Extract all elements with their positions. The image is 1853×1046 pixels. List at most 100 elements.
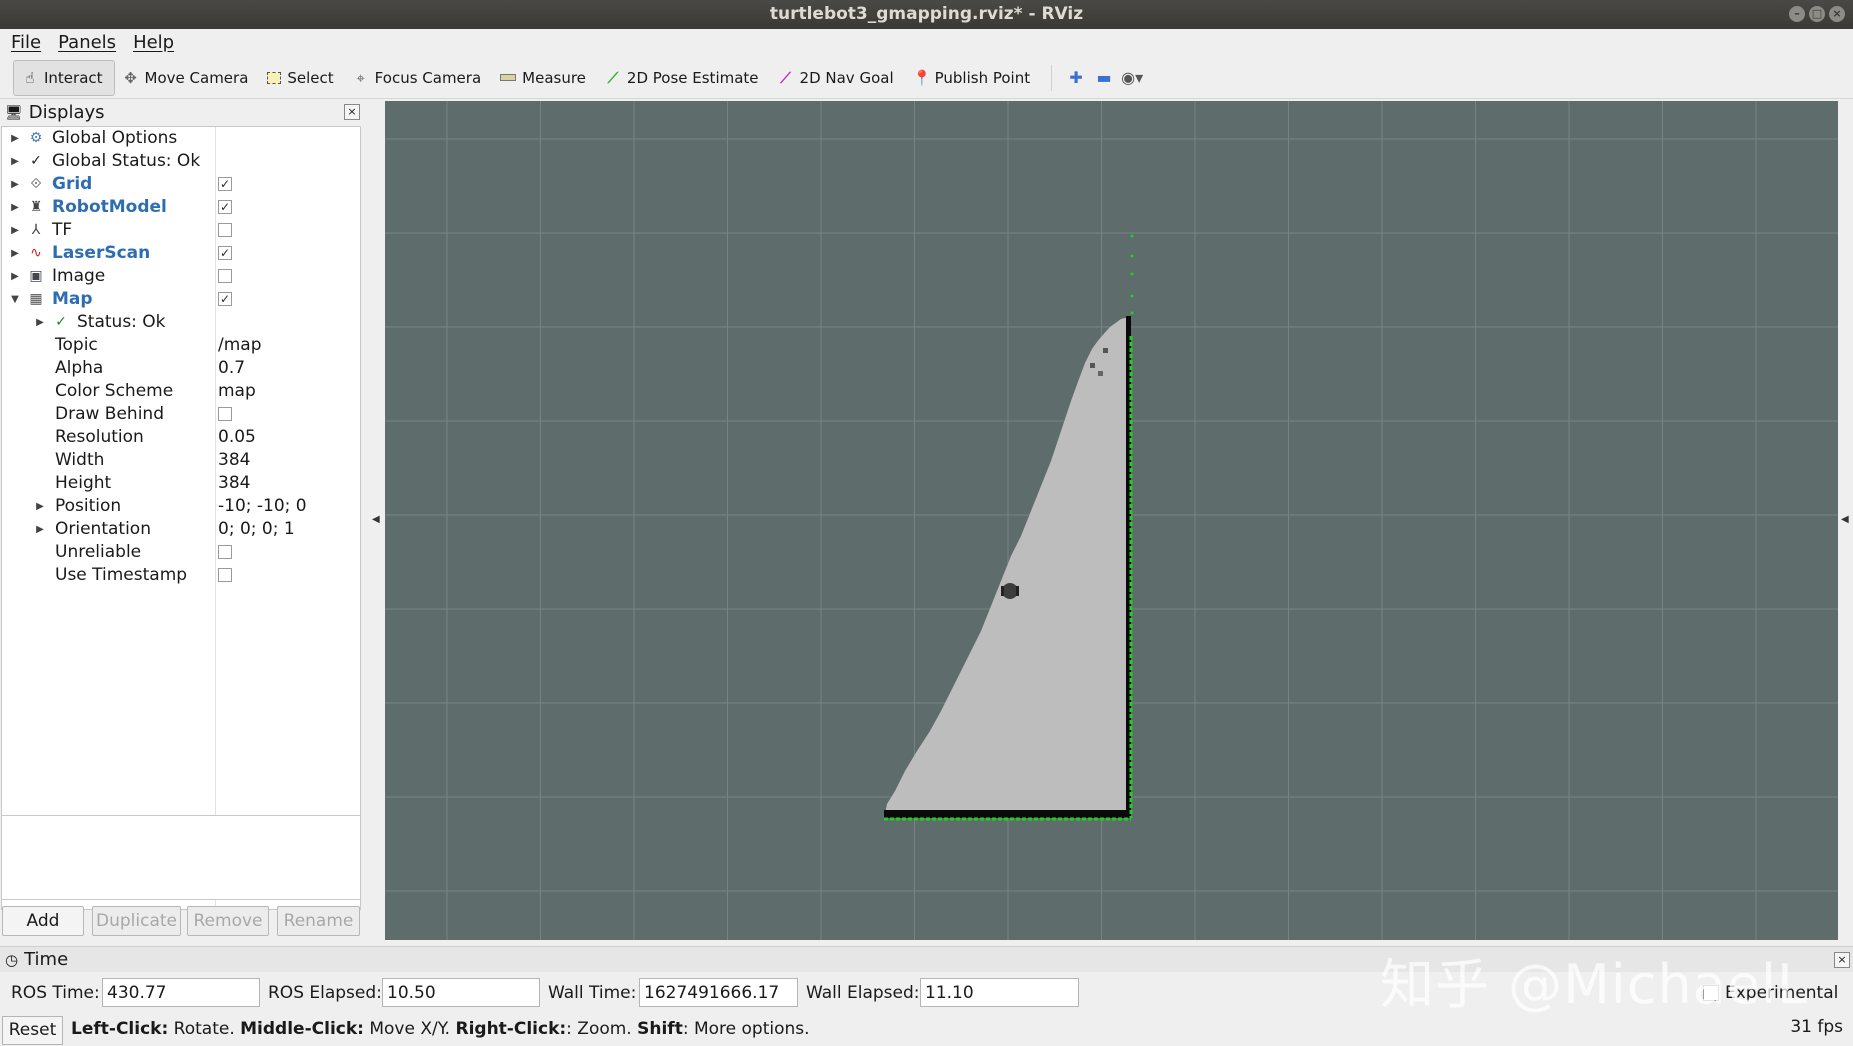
tool-2d-nav-goal[interactable]: ⟋ 2D Nav Goal	[770, 60, 905, 96]
tree-row-alpha[interactable]: Alpha 0.7	[2, 357, 360, 380]
laser-point	[1130, 234, 1134, 238]
menu-panels[interactable]: Panels	[47, 29, 122, 57]
wall-time-field[interactable]: 1627491666.17	[639, 978, 798, 1007]
tree-row-map-status[interactable]: ▶ ✓ Status: Ok	[2, 311, 360, 334]
tree-row-tf[interactable]: ▶ ⅄ TF	[2, 219, 360, 242]
tf-checkbox[interactable]	[218, 223, 232, 237]
tool-publish-point[interactable]: 📍 Publish Point	[905, 60, 1041, 96]
tool-focus-camera[interactable]: ⌖ Focus Camera	[345, 60, 492, 96]
expand-arrow-icon[interactable]: ▶	[35, 518, 45, 541]
expand-arrow-icon[interactable]: ▶	[10, 173, 20, 196]
tf-label: TF	[52, 220, 73, 240]
map-status-label: Status: Ok	[77, 312, 166, 332]
remove-display-button[interactable]: Remove	[187, 906, 269, 936]
laser-point	[1130, 254, 1134, 258]
tree-row-height[interactable]: Height 384	[2, 472, 360, 495]
tool-2d-pose-estimate[interactable]: ⟋ 2D Pose Estimate	[597, 60, 770, 96]
expand-arrow-icon[interactable]: ▶	[35, 495, 45, 518]
collapse-arrow-icon[interactable]: ▼	[10, 288, 20, 311]
duplicate-display-button[interactable]: Duplicate	[92, 906, 181, 936]
robot-model-icon: ♜	[29, 199, 43, 215]
expand-arrow-icon[interactable]: ▶	[35, 311, 45, 334]
ros-elapsed-field[interactable]: 10.50	[382, 978, 540, 1007]
unreliable-checkbox[interactable]	[218, 545, 232, 559]
position-value: -10; -10; 0	[218, 496, 307, 516]
tool-measure[interactable]: Measure	[492, 60, 597, 96]
hint-left-click: Left-Click:	[71, 1019, 169, 1039]
use-timestamp-checkbox[interactable]	[218, 568, 232, 582]
menu-help[interactable]: Help	[122, 29, 180, 57]
expand-arrow-icon[interactable]: ▶	[10, 196, 20, 219]
collapse-left-panel-icon[interactable]: ◀	[372, 514, 380, 525]
wall-elapsed-label: Wall Elapsed:	[806, 983, 920, 1003]
map-checkbox[interactable]: ✓	[218, 292, 232, 306]
expand-arrow-icon[interactable]: ▶	[10, 219, 20, 242]
hint-more: : More options.	[682, 1019, 810, 1039]
grid-checkbox[interactable]: ✓	[218, 177, 232, 191]
check-icon: ✓	[55, 314, 67, 330]
tree-row-robot-model[interactable]: ▶ ♜ RobotModel ✓	[2, 196, 360, 219]
tree-row-global-status[interactable]: ▶ ✓ Global Status: Ok	[2, 150, 360, 173]
measure-icon	[500, 74, 517, 81]
add-tool-icon[interactable]: ✚	[1062, 68, 1090, 87]
laser-scan-checkbox[interactable]: ✓	[218, 246, 232, 260]
interaction-hint: Left-Click: Rotate. Middle-Click: Move X…	[71, 1019, 810, 1039]
tree-row-topic[interactable]: Topic /map	[2, 334, 360, 357]
render-viewport[interactable]	[385, 101, 1838, 940]
tree-row-use-timestamp[interactable]: Use Timestamp	[2, 564, 360, 587]
displays-title: Displays	[28, 102, 105, 123]
tool-interact[interactable]: ☝ Interact	[13, 59, 115, 96]
expand-arrow-icon[interactable]: ▶	[10, 265, 20, 288]
tree-row-grid[interactable]: ▶ ⟐ Grid ✓	[2, 173, 360, 196]
maximize-button[interactable]: □	[1809, 6, 1825, 22]
draw-behind-checkbox[interactable]	[218, 407, 232, 421]
tree-row-draw-behind[interactable]: Draw Behind	[2, 403, 360, 426]
resolution-value: 0.05	[218, 427, 256, 447]
tree-row-width[interactable]: Width 384	[2, 449, 360, 472]
minimize-button[interactable]: –	[1789, 6, 1805, 22]
tool-select[interactable]: Select	[259, 60, 344, 96]
map-label: Map	[52, 289, 93, 309]
reset-button[interactable]: Reset	[2, 1016, 63, 1045]
color-scheme-value[interactable]: map	[218, 380, 256, 403]
publish-point-icon: 📍	[912, 68, 932, 87]
collapse-right-panel-icon[interactable]: ◀	[1841, 514, 1849, 525]
hint-middle-click: Middle-Click:	[240, 1019, 364, 1039]
tree-row-unreliable[interactable]: Unreliable	[2, 541, 360, 564]
map-free-space	[884, 317, 1130, 818]
time-panel-title: Time	[24, 949, 69, 970]
rename-display-button[interactable]: Rename	[277, 906, 360, 936]
hint-right-click: Right-Click:	[455, 1019, 567, 1039]
topic-value[interactable]: /map	[218, 334, 262, 357]
add-display-button[interactable]: Add	[2, 906, 84, 936]
expand-arrow-icon[interactable]: ▶	[10, 242, 20, 265]
close-button[interactable]: ×	[1829, 6, 1845, 22]
height-value: 384	[218, 473, 251, 493]
time-panel-close-button[interactable]: ×	[1834, 952, 1850, 968]
robot-model-checkbox[interactable]: ✓	[218, 200, 232, 214]
tree-row-orientation[interactable]: ▶ Orientation 0; 0; 0; 1	[2, 518, 360, 541]
tree-row-global-options[interactable]: ▶ ⚙ Global Options	[2, 127, 360, 150]
tool-move-camera[interactable]: ✥ Move Camera	[115, 60, 260, 96]
view-tools-icon[interactable]: ◉▾	[1118, 68, 1146, 87]
image-checkbox[interactable]	[218, 269, 232, 283]
ros-time-field[interactable]: 430.77	[102, 978, 260, 1007]
menu-file[interactable]: File	[0, 29, 47, 57]
remove-tool-icon[interactable]: ▬	[1090, 68, 1118, 87]
map-unknown-cell	[1090, 363, 1095, 368]
tree-row-resolution[interactable]: Resolution 0.05	[2, 426, 360, 449]
expand-arrow-icon[interactable]: ▶	[10, 150, 20, 173]
wall-elapsed-field[interactable]: 11.10	[920, 978, 1079, 1007]
displays-close-button[interactable]: ×	[344, 104, 360, 120]
grid-label: Grid	[52, 174, 93, 194]
expand-arrow-icon[interactable]: ▶	[10, 127, 20, 150]
alpha-value[interactable]: 0.7	[218, 357, 245, 380]
tree-row-map[interactable]: ▼ ▦ Map ✓	[2, 288, 360, 311]
tree-row-image[interactable]: ▶ ▣ Image	[2, 265, 360, 288]
tree-row-color-scheme[interactable]: Color Scheme map	[2, 380, 360, 403]
tree-row-laser-scan[interactable]: ▶ ∿ LaserScan ✓	[2, 242, 360, 265]
viewport-canvas[interactable]	[385, 101, 1838, 940]
tree-row-position[interactable]: ▶ Position -10; -10; 0	[2, 495, 360, 518]
laser-scan-label: LaserScan	[52, 243, 151, 263]
image-label: Image	[52, 266, 106, 286]
